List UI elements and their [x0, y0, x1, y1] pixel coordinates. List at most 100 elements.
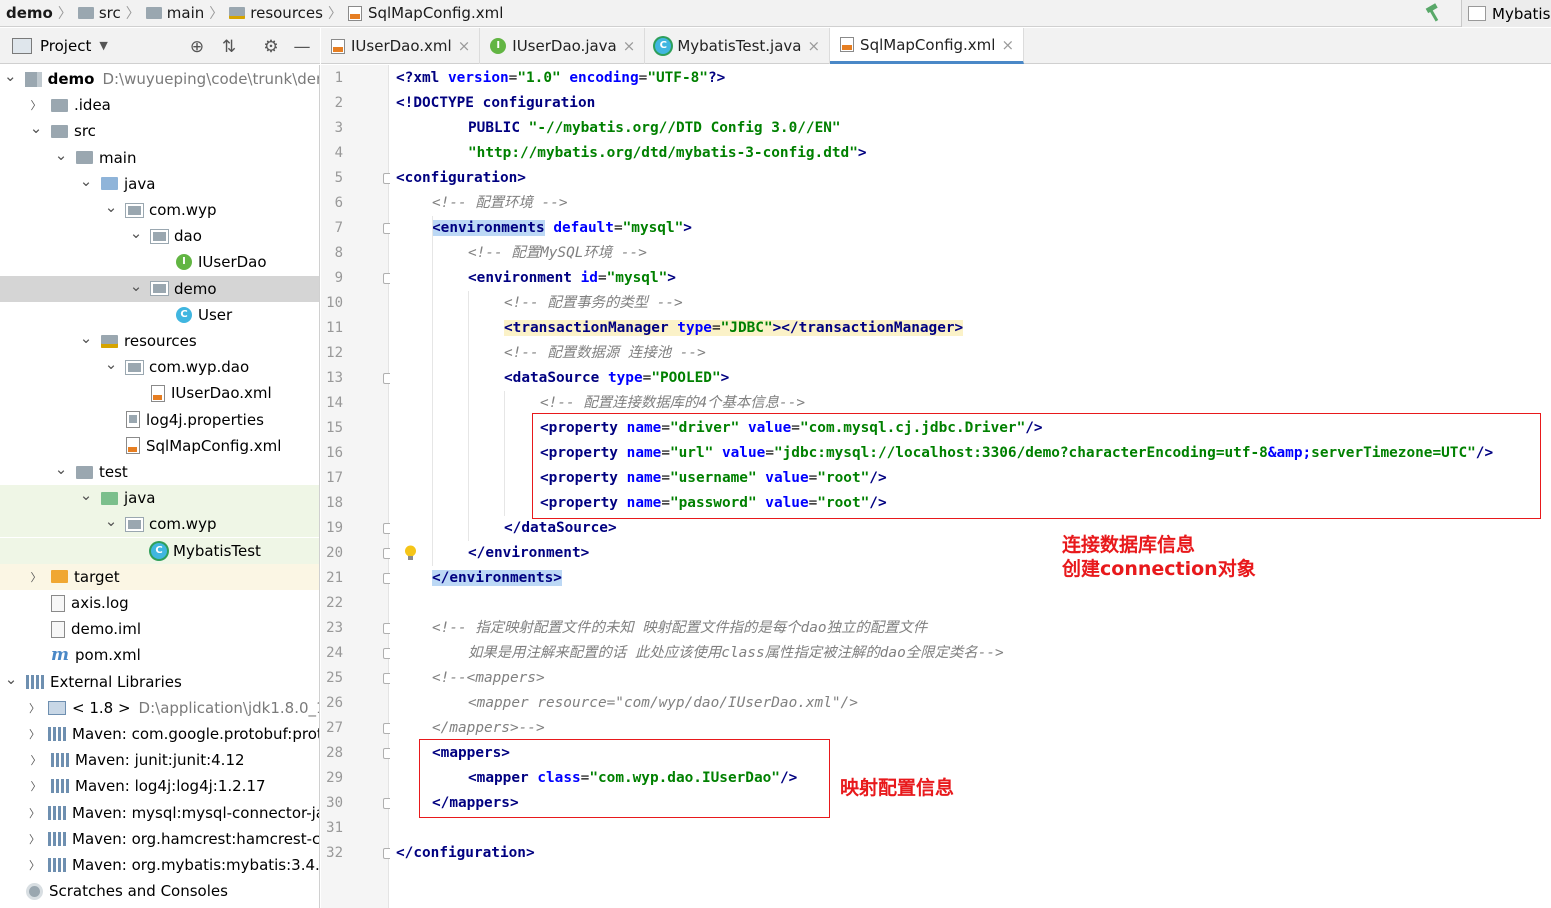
breadcrumb-item-resources[interactable]: resources 〉 — [223, 0, 342, 26]
chevron-down-icon[interactable]: ⌄ — [129, 226, 143, 241]
chevron-down-icon[interactable]: ⌄ — [54, 147, 68, 162]
breadcrumb-item-demo[interactable]: demo 〉 — [0, 0, 72, 26]
tab-mybatistest-java[interactable]: C MybatisTest.java × — [645, 28, 831, 64]
line-number: 15 — [326, 420, 343, 436]
tree-node[interactable]: 〉 target — [0, 563, 319, 590]
chevron-down-icon[interactable]: ⌄ — [129, 278, 143, 293]
editor-gutter: 1 2 3 4 5 6 7 8 9 10 11 12 13 14 15 16 17 18 19 20 21 22 23 24 2… — [321, 65, 394, 908]
line-number: 28 — [326, 745, 343, 761]
tree-node[interactable]: ⌄ java — [0, 171, 319, 197]
tree-node[interactable]: ⌄ com.wyp — [0, 511, 319, 538]
tree-node[interactable]: ⌄ com.wyp.dao — [0, 354, 319, 380]
tree-node[interactable]: 〉IUserDao.xml — [0, 380, 319, 406]
interface-icon: I — [176, 254, 192, 271]
chevron-right-icon: 〉 — [57, 6, 72, 22]
interface-icon: I — [490, 38, 507, 54]
chevron-right-icon[interactable]: 〉 — [29, 778, 43, 794]
tree-node-label: com.wyp — [149, 515, 217, 534]
package-icon — [125, 202, 144, 218]
code-line: <!-- 配置环境 --> — [432, 195, 568, 211]
tree-node[interactable]: 〉 Maven: mysql:mysql-connector-java — [0, 800, 319, 826]
tree-node[interactable]: 〉CMybatisTest — [0, 537, 319, 564]
resources-folder-icon — [101, 334, 118, 348]
tree-node[interactable]: 〉 Maven: org.hamcrest:hamcrest-core — [0, 826, 319, 852]
tree-node[interactable]: ⌄ src — [0, 118, 319, 144]
tree-node-label: com.wyp.dao — [149, 358, 250, 377]
indent-guide — [504, 391, 505, 516]
chevron-down-icon[interactable]: ⌄ — [54, 462, 68, 477]
tree-node[interactable]: ⌄ dao — [0, 223, 319, 249]
chevron-right-icon: 〉 — [327, 6, 342, 22]
tree-node[interactable]: 〉CUser — [0, 302, 319, 328]
chevron-down-icon[interactable]: ⌄ — [104, 357, 118, 372]
close-icon[interactable]: × — [623, 37, 636, 55]
test-folder-icon — [101, 491, 118, 505]
tree-node[interactable]: ⌄ test — [0, 459, 319, 485]
tree-node[interactable]: ⌄ demo — [0, 275, 319, 302]
chevron-down-icon[interactable]: ⌄ — [4, 671, 18, 686]
run-configuration-select[interactable]: Mybatis — [1461, 0, 1551, 27]
tree-node[interactable]: 〉SqlMapConfig.xml — [0, 433, 319, 459]
tree-node[interactable]: 〉 .idea — [0, 92, 319, 118]
chevron-right-icon[interactable]: 〉 — [29, 569, 43, 585]
lightbulb-icon[interactable] — [404, 545, 417, 561]
code-line: <?xml version="1.0" encoding="UTF-8"?> — [396, 70, 726, 86]
chevron-down-icon[interactable]: ⌄ — [29, 121, 43, 136]
code-line: "http://mybatis.org/dtd/mybatis-3-config… — [468, 145, 867, 161]
indent-guide — [468, 291, 469, 541]
collapse-all-icon[interactable]: ⇅ — [219, 37, 239, 57]
chevron-right-icon[interactable]: 〉 — [29, 805, 40, 821]
tree-node[interactable]: 〉IIUserDao — [0, 249, 319, 275]
tree-node[interactable]: 〉mpom.xml — [0, 642, 319, 668]
tree-node[interactable]: 〉 Maven: org.mybatis:mybatis:3.4.5 — [0, 852, 319, 878]
close-icon[interactable]: × — [807, 37, 820, 55]
close-icon[interactable]: × — [1001, 36, 1014, 54]
tree-node[interactable]: 〉 Maven: junit:junit:4.12 — [0, 747, 319, 773]
tree-node[interactable]: 〉 < 1.8 > D:\application\jdk1.8.0_191 — [0, 695, 319, 721]
breadcrumb-item-src[interactable]: src 〉 — [72, 0, 140, 26]
tab-iuserdao-xml[interactable]: IUserDao.xml × — [321, 28, 481, 64]
tree-node[interactable]: 〉demo.iml — [0, 616, 319, 642]
chevron-down-icon[interactable]: ⌄ — [104, 514, 118, 529]
tree-node-label: External Libraries — [50, 672, 182, 691]
package-icon — [125, 516, 144, 532]
breadcrumb-item-file[interactable]: SqlMapConfig.xml — [342, 0, 503, 26]
project-tree[interactable]: ⌄ demo D:\wuyueping\code\trunk\demo 〉 .idea ⌄… — [0, 65, 320, 908]
chevron-right-icon: 〉 — [209, 6, 224, 22]
tree-node[interactable]: 〉Scratches and Consoles — [0, 878, 319, 904]
chevron-right-icon[interactable]: 〉 — [29, 857, 40, 873]
minimize-icon[interactable]: — — [292, 37, 312, 57]
chevron-right-icon[interactable]: 〉 — [29, 831, 40, 847]
tree-node-label: pom.xml — [75, 646, 141, 665]
tree-node[interactable]: ⌄ main — [0, 145, 319, 171]
locate-crosshair-icon[interactable]: ⊕ — [187, 37, 207, 57]
chevron-right-icon[interactable]: 〉 — [29, 752, 43, 768]
breadcrumb-item-main[interactable]: main 〉 — [140, 0, 224, 26]
chevron-down-icon[interactable]: ⌄ — [79, 331, 93, 346]
chevron-down-icon[interactable]: ⌄ — [79, 173, 93, 188]
tab-sqlmapconfig-xml[interactable]: SqlMapConfig.xml × — [830, 28, 1025, 64]
tree-node[interactable]: 〉log4j.properties — [0, 407, 319, 433]
tree-node[interactable]: 〉 Maven: com.google.protobuf:protobuf-jav… — [0, 721, 319, 747]
chevron-down-icon[interactable]: ⌄ — [79, 488, 93, 503]
chevron-right-icon[interactable]: 〉 — [29, 726, 40, 742]
tree-node[interactable]: 〉 Maven: log4j:log4j:1.2.17 — [0, 773, 319, 799]
tree-node[interactable]: 〉axis.log — [0, 590, 319, 616]
tab-iuserdao-java[interactable]: I IUserDao.java × — [480, 28, 646, 64]
gear-icon[interactable]: ⚙ — [261, 37, 281, 57]
tree-node[interactable]: ⌄ demo D:\wuyueping\code\trunk\demo — [0, 66, 319, 92]
chevron-right-icon[interactable]: 〉 — [29, 97, 43, 113]
chevron-down-icon[interactable]: ⌄ — [104, 200, 118, 215]
tree-node[interactable]: ⌄ External Libraries — [0, 669, 319, 695]
tree-node[interactable]: ⌄ java — [0, 485, 319, 512]
chevron-down-icon[interactable]: ▼ — [99, 39, 107, 52]
chevron-right-icon[interactable]: 〉 — [29, 700, 40, 716]
chevron-down-icon[interactable]: ⌄ — [4, 69, 17, 84]
line-number: 11 — [326, 320, 343, 336]
project-view-title[interactable]: Project — [40, 37, 91, 55]
tree-node-label: IUserDao.xml — [171, 384, 272, 403]
build-hammer-icon[interactable] — [1424, 3, 1448, 24]
tree-node[interactable]: ⌄ resources — [0, 328, 319, 354]
close-icon[interactable]: × — [458, 37, 471, 55]
tree-node[interactable]: ⌄ com.wyp — [0, 197, 319, 223]
